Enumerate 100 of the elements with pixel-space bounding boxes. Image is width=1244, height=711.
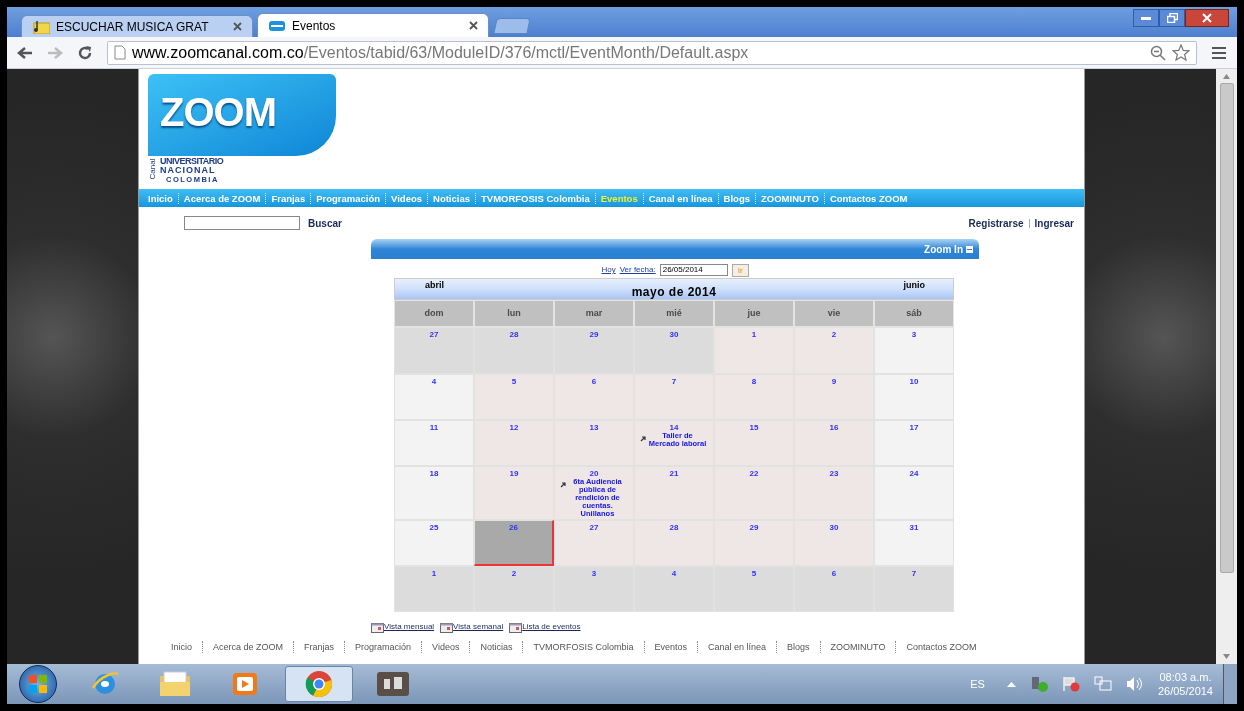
- day-number[interactable]: 22: [749, 469, 759, 478]
- show-desktop-button[interactable]: [1223, 664, 1237, 704]
- address-bar[interactable]: www.zoomcanal.com.co/Eventos/tabid/63/ModuleID/376/mctl/EventMonth/Default.aspx: [107, 40, 1197, 65]
- day-number[interactable]: 4: [671, 569, 677, 578]
- network-icon[interactable]: [1093, 676, 1112, 692]
- day-number[interactable]: 3: [911, 330, 917, 339]
- day-number[interactable]: 17: [909, 423, 919, 432]
- view-link[interactable]: Lista de eventos: [522, 621, 581, 633]
- calendar-day-cell[interactable]: 26: [474, 520, 554, 566]
- calendar-day-cell[interactable]: 24: [874, 466, 954, 520]
- day-number[interactable]: 7: [911, 569, 917, 578]
- calendar-day-cell[interactable]: 15: [714, 420, 794, 466]
- day-number[interactable]: 29: [589, 330, 599, 339]
- zoom-icon[interactable]: [1150, 44, 1166, 61]
- browser-tab[interactable]: Eventos: [257, 13, 489, 37]
- calendar-day-cell[interactable]: 1: [714, 327, 794, 374]
- day-number[interactable]: 3: [591, 569, 597, 578]
- forward-icon[interactable]: [47, 45, 63, 60]
- day-number[interactable]: 16: [829, 423, 839, 432]
- search-button[interactable]: Buscar: [308, 215, 342, 231]
- day-number[interactable]: 13: [589, 423, 599, 432]
- day-number[interactable]: 19: [509, 469, 519, 478]
- calendar-day-cell[interactable]: 28: [474, 327, 554, 374]
- calendar-day-cell[interactable]: 30: [634, 327, 714, 374]
- view-link[interactable]: Vista semanal: [453, 621, 504, 633]
- calendar-day-cell[interactable]: 22: [714, 466, 794, 520]
- calendar-day-cell[interactable]: 8: [714, 374, 794, 420]
- taskbar-app[interactable]: [285, 666, 353, 702]
- calendar-day-cell[interactable]: 19: [474, 466, 554, 520]
- footer-link[interactable]: ZOOMINUTO: [819, 641, 896, 653]
- device-icon[interactable]: [1029, 676, 1048, 692]
- previous-month-link[interactable]: abril: [425, 279, 444, 293]
- account-link[interactable]: Registrarse: [968, 215, 1024, 231]
- calendar-day-cell[interactable]: 21: [634, 466, 714, 520]
- calendar-day-cell[interactable]: 29: [714, 520, 794, 566]
- collapse-icon[interactable]: [966, 245, 973, 253]
- day-number[interactable]: 6: [591, 377, 597, 386]
- calendar-day-cell[interactable]: 12: [474, 420, 554, 466]
- day-number[interactable]: 30: [829, 523, 839, 532]
- day-number[interactable]: 2: [511, 569, 517, 578]
- calendar-day-cell[interactable]: 31: [874, 520, 954, 566]
- footer-link[interactable]: Noticias: [469, 641, 523, 653]
- new-tab-button[interactable]: [493, 18, 531, 34]
- day-number[interactable]: 1: [751, 330, 757, 339]
- calendar-day-cell[interactable]: 27: [554, 520, 634, 566]
- calendar-day-cell[interactable]: 11: [394, 420, 474, 466]
- calendar-day-cell[interactable]: 17: [874, 420, 954, 466]
- day-number[interactable]: 30: [669, 330, 679, 339]
- day-number[interactable]: 10: [909, 377, 919, 386]
- calendar-day-cell[interactable]: 2: [474, 566, 554, 612]
- star-icon[interactable]: [1172, 44, 1190, 61]
- calendar-day-cell[interactable]: 13: [554, 420, 634, 466]
- day-number[interactable]: 18: [429, 469, 439, 478]
- calendar-day-cell[interactable]: 25: [394, 520, 474, 566]
- footer-link[interactable]: TVMORFOSIS Colombia: [522, 641, 644, 653]
- search-field[interactable]: [184, 216, 300, 230]
- close-button[interactable]: [1185, 9, 1229, 27]
- caret-icon[interactable]: [1006, 681, 1016, 687]
- footer-link[interactable]: Eventos: [643, 641, 698, 653]
- flag-icon[interactable]: [1061, 676, 1080, 692]
- day-number[interactable]: 14: [669, 423, 679, 432]
- close-tab-icon[interactable]: [233, 22, 242, 31]
- footer-link[interactable]: Blogs: [776, 641, 820, 653]
- day-number[interactable]: 6: [831, 569, 837, 578]
- calendar-day-cell[interactable]: 3: [554, 566, 634, 612]
- calendar-day-cell[interactable]: 7: [634, 374, 714, 420]
- calendar-day-cell[interactable]: 10: [874, 374, 954, 420]
- view-link[interactable]: Vista mensual: [384, 621, 435, 633]
- footer-link[interactable]: Canal en línea: [697, 641, 777, 653]
- calendar-day-cell[interactable]: 4: [634, 566, 714, 612]
- close-tab-icon[interactable]: [469, 21, 478, 30]
- day-number[interactable]: 1: [431, 569, 437, 578]
- day-number[interactable]: 24: [909, 469, 919, 478]
- minimize-button[interactable]: [1133, 9, 1159, 27]
- calendar-day-cell[interactable]: 28: [634, 520, 714, 566]
- footer-link[interactable]: Contactos ZOOM: [895, 641, 987, 653]
- calendar-day-cell[interactable]: 27: [394, 327, 474, 374]
- day-number[interactable]: 28: [509, 330, 519, 339]
- today-link[interactable]: Hoy: [601, 264, 616, 276]
- day-number[interactable]: 25: [429, 523, 439, 532]
- day-number[interactable]: 23: [829, 469, 839, 478]
- day-number[interactable]: 5: [751, 569, 757, 578]
- browser-tab[interactable]: ESCUCHAR MUSICA GRAT: [21, 15, 253, 37]
- day-number[interactable]: 8: [751, 377, 757, 386]
- calendar-day-cell[interactable]: 5: [474, 374, 554, 420]
- day-number[interactable]: 15: [749, 423, 759, 432]
- calendar-day-cell[interactable]: 1: [394, 566, 474, 612]
- footer-link[interactable]: Programación: [344, 641, 422, 653]
- day-number[interactable]: 27: [429, 330, 439, 339]
- restore-button[interactable]: [1159, 9, 1185, 27]
- footer-link[interactable]: Videos: [421, 641, 470, 653]
- scrollbar-thumb[interactable]: [1219, 83, 1234, 573]
- calendar-day-cell[interactable]: 2: [794, 327, 874, 374]
- day-number[interactable]: 4: [431, 377, 437, 386]
- menu-icon[interactable]: [1211, 45, 1227, 60]
- day-number[interactable]: 7: [671, 377, 677, 386]
- day-number[interactable]: 9: [831, 377, 837, 386]
- footer-link[interactable]: Acerca de ZOOM: [202, 641, 294, 653]
- calendar-day-cell[interactable]: 5: [714, 566, 794, 612]
- footer-link[interactable]: Franjas: [293, 641, 345, 653]
